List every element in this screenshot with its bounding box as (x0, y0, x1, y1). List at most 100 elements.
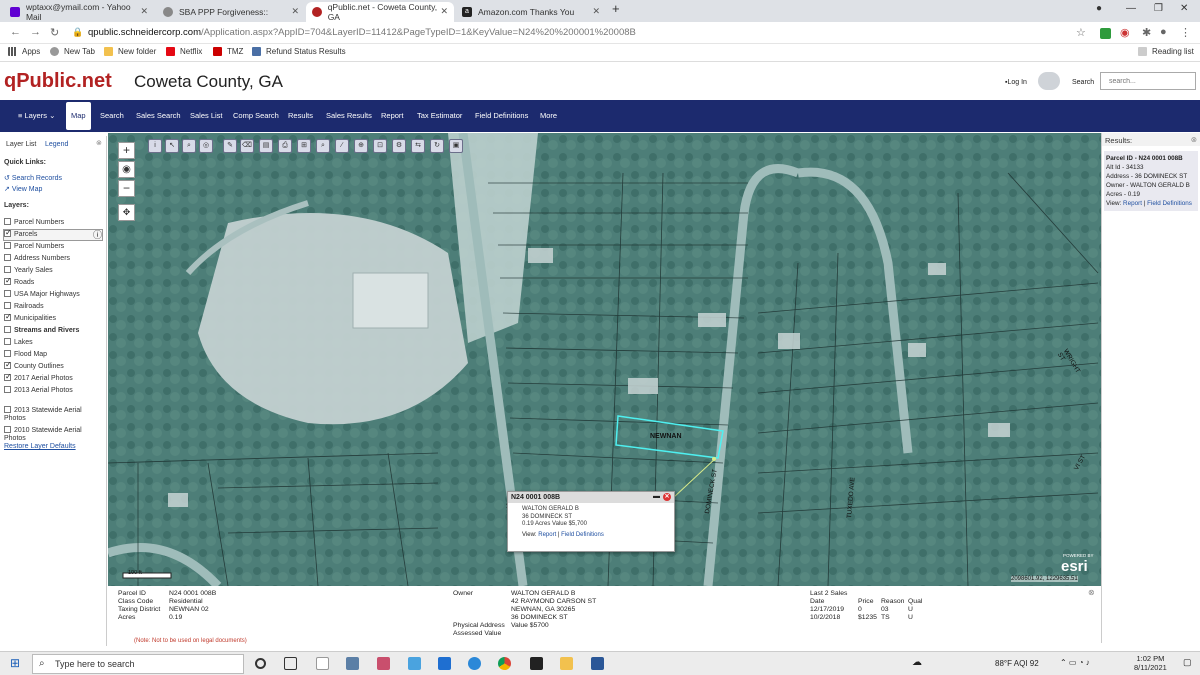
reload-icon[interactable]: ↻ (50, 26, 59, 39)
avatar[interactable]: ● (1160, 26, 1167, 38)
bookmark-refund[interactable]: Refund Status Results (252, 47, 346, 56)
tab-yahoo-mail[interactable]: wptaxx@ymail.com - Yahoo Mail ✕ (4, 2, 154, 22)
print-icon[interactable]: ⎙ (278, 139, 292, 153)
back-icon[interactable]: ← (10, 26, 21, 38)
layer-item[interactable]: Flood Map (4, 350, 47, 358)
layer-checkbox[interactable] (4, 426, 11, 433)
bookmark-tmz[interactable]: TMZ (213, 47, 243, 56)
nav-field-definitions[interactable]: Field Definitions (475, 111, 528, 120)
layer-item[interactable]: Municipalities (4, 312, 56, 322)
star-icon[interactable]: ☆ (1076, 26, 1086, 39)
close-icon[interactable]: ✕ (592, 6, 600, 17)
app-icon[interactable] (316, 657, 329, 670)
nav-report[interactable]: Report (381, 111, 404, 120)
taskbar-search-input[interactable]: ⌕ Type here to search (32, 654, 244, 674)
minimize-button[interactable]: — (1126, 3, 1136, 14)
app-icon[interactable] (530, 657, 543, 670)
forward-icon[interactable]: → (30, 26, 41, 38)
layer-item[interactable]: Parcels (4, 228, 37, 238)
system-tray-icons[interactable]: ⌃ ▭ ◔ ♪ (1060, 658, 1090, 667)
tab-amazon[interactable]: a Amazon.com Thanks You ✕ (456, 2, 606, 22)
tab-qpublic[interactable]: qPublic.net - Coweta County, GA ✕ (306, 2, 454, 22)
file-explorer-icon[interactable] (560, 657, 573, 670)
reading-list-button[interactable]: Reading list (1138, 47, 1194, 56)
nav-tax-estimator[interactable]: Tax Estimator (417, 111, 462, 120)
app-icon[interactable] (408, 657, 421, 670)
layer-checkbox[interactable] (4, 312, 12, 321)
nav-map[interactable]: Map (66, 102, 91, 130)
quick-link-search-records[interactable]: ↺ Search Records (4, 174, 62, 182)
maximize-button[interactable]: ❐ (1154, 3, 1163, 14)
clock[interactable]: 1:02 PM 8/11/2021 (1134, 654, 1167, 672)
field-definitions-link[interactable]: Field Definitions (1147, 200, 1192, 207)
task-view-icon[interactable] (284, 657, 297, 670)
layer-checkbox[interactable] (4, 276, 12, 285)
buffer-icon[interactable]: ◎ (199, 139, 213, 153)
layer-item[interactable]: Streams and Rivers (4, 326, 79, 334)
layer-item[interactable]: Roads (4, 276, 34, 286)
tab-sba-ppp[interactable]: SBA PPP Forgiveness:: ✕ (157, 2, 305, 22)
layer-item[interactable]: County Outlines (4, 360, 64, 370)
close-icon[interactable]: ✕ (140, 6, 148, 17)
draw-icon[interactable]: ✎ (223, 139, 237, 153)
layers-icon[interactable]: ▤ (259, 139, 273, 153)
result-card[interactable]: Parcel ID - N24 0001 008B Alt Id - 34133… (1104, 151, 1198, 211)
layer-item[interactable]: Railroads (4, 302, 44, 310)
search-icon[interactable]: ⌕ (316, 139, 330, 153)
word-icon[interactable] (591, 657, 604, 670)
pointer-icon[interactable]: ↖ (165, 139, 179, 153)
notifications-icon[interactable]: ▢ (1183, 657, 1192, 668)
windows-start-icon[interactable]: ⊞ (10, 656, 20, 670)
full-extent-icon[interactable]: ⊡ (373, 139, 387, 153)
layer-checkbox[interactable] (4, 266, 11, 273)
layer-checkbox[interactable] (4, 290, 11, 297)
globe-icon[interactable]: ◉ (118, 161, 135, 178)
layer-item[interactable]: USA Major Highways (4, 290, 80, 298)
app-icon[interactable] (346, 657, 359, 670)
layer-item[interactable]: 2010 Statewide Aerial Photos (4, 426, 102, 443)
layer-item[interactable]: Lakes (4, 338, 33, 346)
qpublic-logo[interactable]: qPublic.net (4, 70, 112, 93)
layer-checkbox[interactable] (4, 386, 11, 393)
cortana-icon[interactable] (255, 658, 266, 669)
layer-checkbox[interactable] (4, 218, 11, 225)
bookmark-netflix[interactable]: Netflix (166, 47, 202, 56)
layer-checkbox[interactable] (4, 242, 11, 249)
close-icon[interactable]: ⊗ (1088, 588, 1095, 597)
tab-legend[interactable]: Legend (45, 141, 68, 148)
layer-checkbox[interactable] (4, 372, 12, 381)
zoom-out-button[interactable]: − (118, 180, 135, 197)
layer-item[interactable]: Address Numbers (4, 254, 70, 262)
measure-icon[interactable]: ⊞ (297, 139, 311, 153)
site-search-input[interactable] (1100, 72, 1196, 90)
login-link[interactable]: ▪Log In (1005, 79, 1027, 86)
window-close-button[interactable]: ✕ (1180, 3, 1188, 14)
layer-checkbox[interactable] (4, 326, 11, 333)
identify-icon[interactable]: i (148, 139, 162, 153)
layer-item[interactable]: Parcel Numbers (4, 242, 64, 250)
nav-sales-results[interactable]: Sales Results (326, 111, 372, 120)
menu-dots-icon[interactable]: ⋮ (1180, 26, 1191, 39)
layer-checkbox[interactable] (4, 228, 12, 237)
nav-sales-list[interactable]: Sales List (190, 111, 223, 120)
layer-checkbox[interactable] (4, 350, 11, 357)
pan-icon[interactable]: ✥ (118, 204, 135, 221)
map-settings-icon[interactable]: ⚙ (392, 139, 406, 153)
report-link[interactable]: Report (538, 532, 556, 538)
bookmark-new-folder[interactable]: New folder (104, 47, 156, 56)
close-icon[interactable]: ⊗ (96, 139, 102, 147)
weather-text[interactable]: 88°F AQI 92 (995, 659, 1039, 668)
close-icon[interactable]: ✕ (440, 6, 448, 17)
info-icon[interactable]: ⓘ (93, 228, 102, 241)
save-icon[interactable]: ▣ (449, 139, 463, 153)
mail-icon[interactable] (438, 657, 451, 670)
refresh-icon[interactable]: ↻ (430, 139, 444, 153)
minimize-icon[interactable]: ▬ (653, 493, 660, 500)
layer-item[interactable]: 2017 Aerial Photos (4, 372, 73, 382)
zoom-window-icon[interactable]: ⊕ (354, 139, 368, 153)
bookmark-apps[interactable]: Apps (8, 47, 40, 56)
new-tab-button[interactable]: + (612, 1, 620, 16)
url-field[interactable]: qpublic.schneidercorp.com/Application.as… (88, 27, 636, 38)
profile-menu-icon[interactable]: ● (1096, 3, 1102, 14)
edge-icon[interactable] (468, 657, 481, 670)
